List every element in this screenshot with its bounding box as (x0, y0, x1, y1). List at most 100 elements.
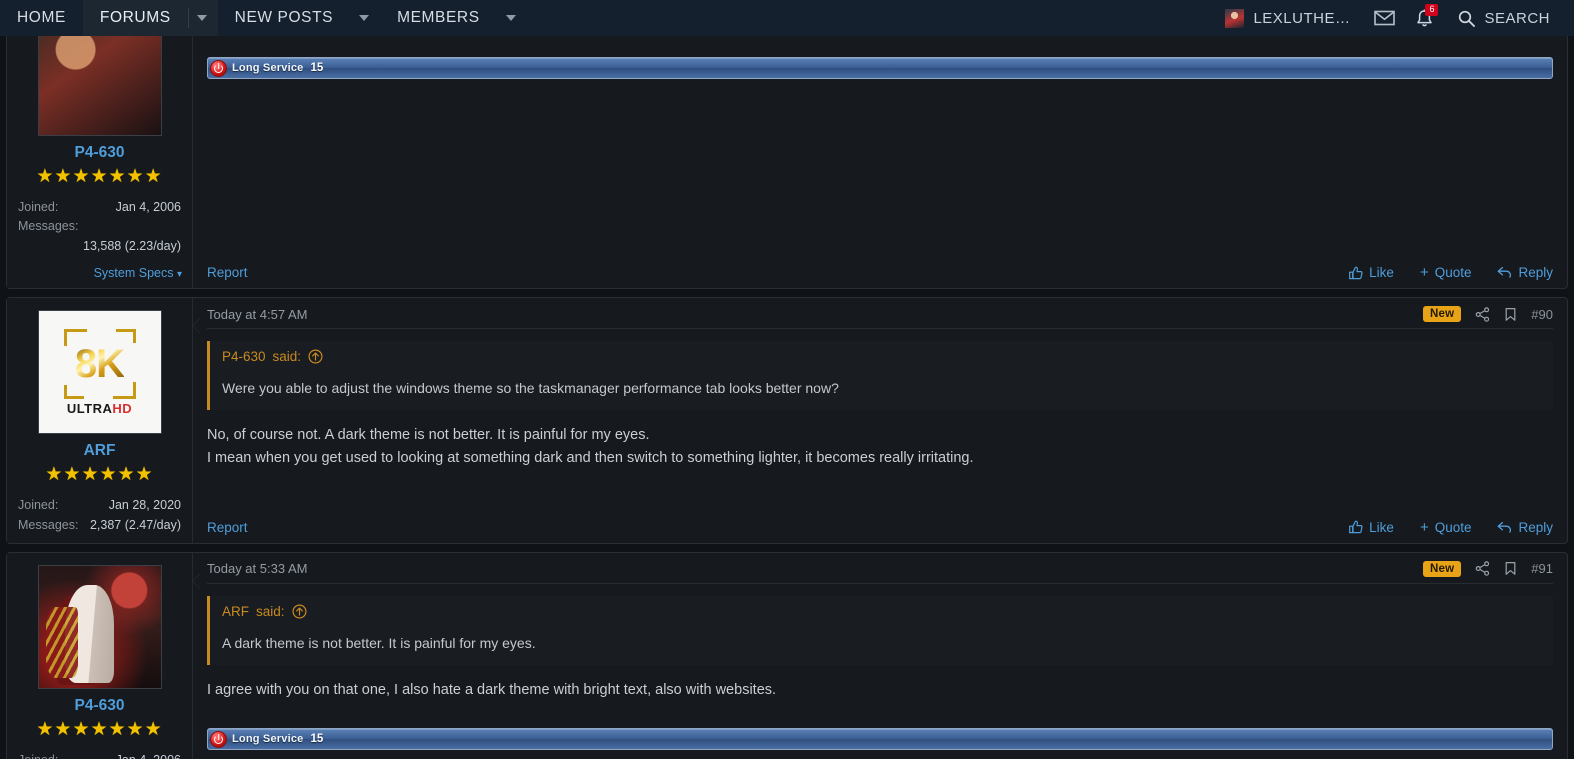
post-header-tools: New #91 (1423, 560, 1553, 577)
messages-value: 13,588 (2.23/day) (83, 238, 181, 253)
power-icon (210, 730, 227, 748)
post-paragraph: No, of course not. A dark theme is not b… (207, 427, 650, 444)
bookmark-button[interactable] (1504, 307, 1517, 322)
reply-button[interactable]: Reply (1497, 520, 1553, 535)
bookmark-icon (1505, 307, 1516, 321)
messages-label: Messages: (18, 517, 79, 532)
post-message-body: No, of course not. A dark theme is not b… (207, 424, 1553, 470)
quote-button[interactable]: + Quote (1420, 520, 1472, 535)
blockquote: P4-630 said: Were you able to adjust the… (207, 341, 1553, 411)
post-author-name[interactable]: P4-630 (17, 697, 182, 715)
quote-author[interactable]: ARF (222, 604, 249, 619)
search-label: SEARCH (1484, 9, 1550, 27)
messages-label: Messages: (18, 219, 79, 234)
post-item: 8K ULTRAHD ARF ★★★★★★ Joined: Jan 28, 20… (6, 297, 1568, 544)
nav-members-dropdown-toggle[interactable] (497, 0, 527, 36)
jump-to-quote-button[interactable] (292, 604, 307, 619)
reply-button[interactable]: Reply (1497, 265, 1553, 280)
avatar-hd-text: HD (112, 400, 133, 416)
post-header: Today at 4:57 AM New #90 (207, 306, 1553, 330)
inbox-button[interactable] (1364, 0, 1404, 36)
nav-item-forums[interactable]: FORUMS (82, 0, 188, 36)
quote-label: Quote (1434, 265, 1472, 281)
report-link[interactable]: Report (207, 520, 248, 535)
post-user-column: 8K ULTRAHD ARF ★★★★★★ Joined: Jan 28, 20… (7, 298, 200, 543)
post-author-name[interactable]: ARF (17, 442, 182, 460)
quote-attribution: P4-630 said: (222, 349, 1541, 364)
new-badge: New (1423, 306, 1462, 323)
chevron-down-icon (196, 15, 207, 21)
nav-item-members[interactable]: MEMBERS (380, 0, 497, 36)
award-badge[interactable]: Long Service 15 (207, 57, 1553, 80)
quote-author[interactable]: P4-630 (222, 349, 266, 364)
jump-to-quote-button[interactable] (308, 349, 323, 364)
chevron-down-icon: ▾ (176, 269, 182, 281)
search-icon (1459, 10, 1476, 27)
post-actions: Like + Quote Reply (1349, 520, 1553, 535)
post-header: Today at 5:33 AM New #91 (207, 560, 1553, 584)
top-navigation-bar: HOME FORUMS NEW POSTS MEMBERS LEXLUTHE… (0, 0, 1574, 36)
chevron-down-icon (359, 15, 370, 21)
user-menu-button[interactable]: LEXLUTHE… (1211, 0, 1364, 36)
speech-notch (192, 318, 200, 335)
avatar[interactable] (37, 36, 162, 136)
share-button[interactable] (1475, 306, 1490, 322)
search-button[interactable]: SEARCH (1444, 0, 1560, 36)
post-author-name[interactable]: P4-630 (17, 144, 182, 162)
nav-forums-dropdown-toggle[interactable] (187, 0, 218, 36)
share-button[interactable] (1475, 561, 1490, 577)
user-joined-row: Joined: Jan 28, 2020 (17, 496, 182, 515)
bookmark-button[interactable] (1504, 561, 1517, 576)
like-label: Like (1369, 265, 1394, 281)
thumbs-up-icon (1349, 521, 1363, 534)
speech-notch (192, 572, 200, 589)
user-rating-stars: ★★★★★★★ (36, 718, 163, 740)
award-label: Long Service (232, 733, 304, 746)
post-content-column: Today at 5:33 AM New #91 ARF said: A dar… (193, 553, 1567, 759)
nav-primary-links: HOME FORUMS NEW POSTS MEMBERS (0, 0, 527, 36)
user-messages-row: Messages: 2,387 (2.47/day) (17, 516, 182, 535)
system-specs-toggle[interactable]: System Specs ▾ (17, 266, 182, 280)
avatar-image: 8K ULTRAHD (38, 311, 161, 434)
post-number[interactable]: #91 (1531, 561, 1553, 576)
user-joined-row: Joined: Jan 4, 2006 (17, 751, 182, 759)
avatar-frame: 8K (63, 328, 136, 399)
nav-item-home[interactable]: HOME (0, 0, 83, 36)
avatar-ultra-text: ULTRA (66, 400, 113, 416)
nav-item-new-posts[interactable]: NEW POSTS (218, 0, 350, 36)
post-footer: Report Like + Quote Reply (207, 251, 1553, 280)
quote-button[interactable]: + Quote (1420, 265, 1472, 280)
arrow-up-circle-icon (292, 604, 307, 619)
arrow-up-circle-icon (308, 349, 323, 364)
reply-label: Reply (1518, 265, 1553, 281)
quote-text: Were you able to adjust the windows them… (222, 380, 839, 397)
like-label: Like (1369, 519, 1394, 535)
report-link[interactable]: Report (207, 265, 248, 280)
envelope-icon (1374, 10, 1395, 26)
avatar-image (38, 36, 161, 135)
nav-new-posts-dropdown-toggle[interactable] (350, 0, 380, 36)
like-button[interactable]: Like (1349, 520, 1394, 535)
reply-arrow-icon (1498, 521, 1512, 533)
avatar-8k-text: 8K (74, 341, 125, 386)
avatar-image (38, 565, 161, 688)
award-badge[interactable]: Long Service 15 (207, 728, 1553, 751)
thumbs-up-icon (1349, 266, 1363, 279)
award-count: 15 (310, 733, 324, 746)
share-icon (1475, 306, 1490, 322)
post-timestamp[interactable]: Today at 4:57 AM (207, 307, 307, 322)
post-user-column: P4-630 ★★★★★★★ Joined: Jan 4, 2006 Messa… (7, 552, 200, 759)
nav-user-area: LEXLUTHE… 6 SEARCH (1211, 0, 1574, 36)
post-paragraph: I mean when you get used to looking at s… (207, 450, 974, 467)
quote-attribution: ARF said: (222, 604, 1541, 619)
like-button[interactable]: Like (1349, 265, 1394, 280)
system-specs-label: System Specs (93, 266, 174, 281)
avatar[interactable]: 8K ULTRAHD (37, 310, 162, 435)
post-number[interactable]: #90 (1531, 307, 1553, 322)
post-timestamp[interactable]: Today at 5:33 AM (207, 561, 307, 576)
avatar-ultrahd-text: ULTRAHD (67, 401, 132, 416)
avatar[interactable] (37, 564, 162, 689)
joined-value: Jan 4, 2006 (116, 751, 181, 759)
alerts-button[interactable]: 6 (1404, 0, 1444, 36)
reply-label: Reply (1518, 519, 1553, 535)
